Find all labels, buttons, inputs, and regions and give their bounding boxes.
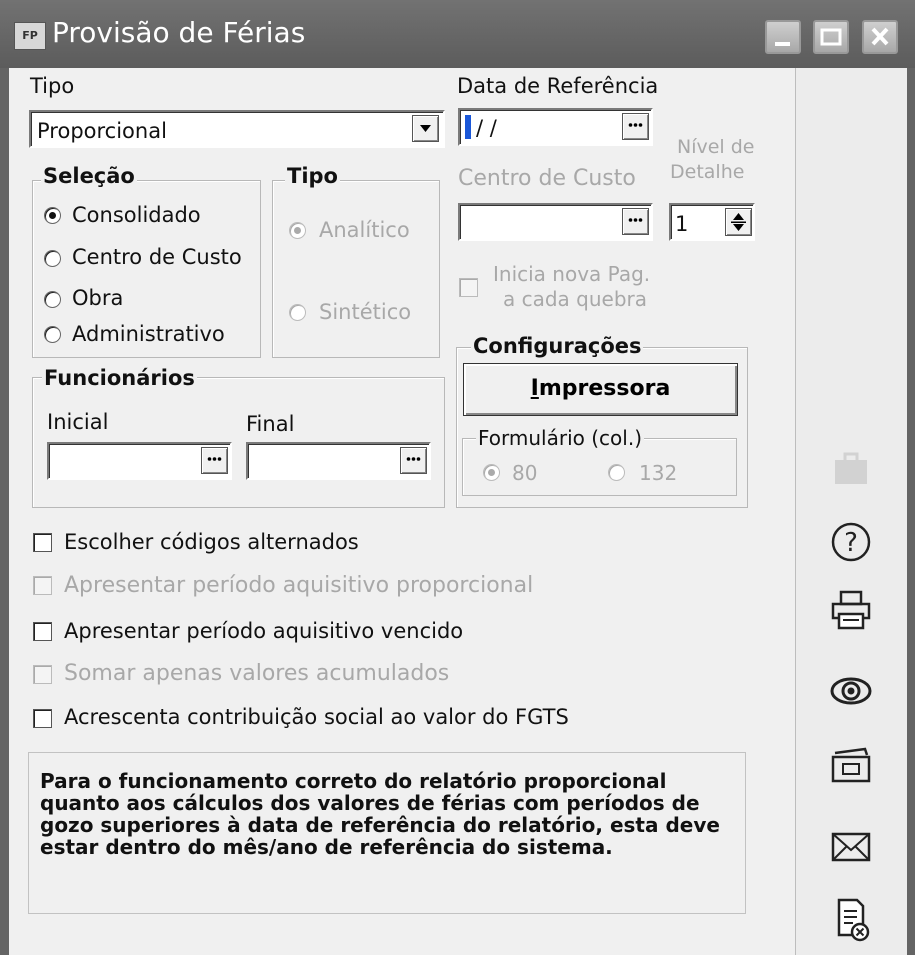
window-title: Provisão de Férias — [52, 16, 306, 49]
radio-form-80-label[interactable]: 80 — [512, 461, 537, 485]
help-button[interactable]: ? — [827, 520, 875, 562]
data-referencia-value: / / — [476, 116, 497, 140]
export-folder-icon — [831, 747, 871, 783]
ellipsis-icon — [628, 123, 643, 127]
radio-administrativo-label[interactable]: Administrativo — [72, 322, 225, 346]
chevron-down-icon — [420, 125, 431, 132]
data-referencia-field[interactable]: / / — [458, 108, 653, 146]
tipo-select-value: Proporcional — [37, 119, 167, 143]
inicia-nova-pag-label-line2: a cada quebra — [503, 287, 648, 311]
email-button[interactable] — [827, 826, 875, 868]
contribuicao-social-checkbox[interactable] — [33, 709, 52, 728]
radio-sintetico-label[interactable]: Sintético — [319, 300, 411, 324]
tipo-group — [272, 180, 440, 358]
tipo-dropdown-button[interactable] — [412, 115, 439, 142]
nivel-detalhe-stepper[interactable]: 1 — [669, 203, 755, 241]
radio-obra[interactable] — [44, 291, 61, 308]
nivel-detalhe-spin-button[interactable] — [725, 208, 752, 236]
ellipsis-icon — [406, 457, 421, 461]
app-icon: FP — [14, 22, 46, 50]
preview-button[interactable] — [827, 670, 875, 712]
radio-analitico-label[interactable]: Analítico — [319, 218, 410, 242]
text-cursor — [465, 115, 471, 139]
radio-consolidado[interactable] — [44, 207, 61, 224]
window-frame-right — [906, 68, 915, 955]
final-label: Final — [246, 412, 295, 436]
centro-custo-lookup-button[interactable] — [622, 208, 649, 235]
briefcase-button — [827, 448, 875, 490]
funcionario-final-field[interactable] — [246, 442, 431, 480]
maximize-button[interactable] — [813, 20, 849, 54]
nivel-detalhe-value: 1 — [675, 212, 689, 236]
radio-sintetico[interactable] — [289, 304, 306, 321]
contribuicao-social-label[interactable]: Acrescenta contribuição social ao valor … — [64, 705, 569, 729]
minimize-button[interactable] — [765, 20, 801, 54]
impressora-button-mnemonic: I — [530, 376, 539, 401]
formulario-legend: Formulário (col.) — [476, 426, 644, 450]
window-frame-left — [0, 68, 9, 955]
inicia-nova-pag-label-line1: Inicia nova Pag. — [493, 262, 651, 286]
nivel-detalhe-label-line2: Detalhe — [670, 161, 745, 183]
escolher-codigos-checkbox[interactable] — [33, 533, 52, 552]
radio-centro-custo-label[interactable]: Centro de Custo — [72, 245, 242, 269]
funcionario-final-lookup-button[interactable] — [400, 447, 427, 474]
briefcase-icon — [835, 452, 867, 484]
radio-analitico[interactable] — [289, 222, 306, 239]
impressora-button[interactable]: Impressora — [463, 363, 738, 416]
svg-text:?: ? — [844, 528, 858, 558]
radio-form-132[interactable] — [608, 464, 625, 481]
periodo-proporcional-label[interactable]: Apresentar período aquisitivo proporcion… — [64, 573, 533, 598]
funcionario-inicial-lookup-button[interactable] — [201, 447, 228, 474]
radio-consolidado-label[interactable]: Consolidado — [72, 203, 201, 227]
funcionarios-legend: Funcionários — [42, 366, 197, 390]
tipo-group-legend: Tipo — [285, 164, 340, 188]
centro-custo-label: Centro de Custo — [458, 166, 636, 191]
email-icon — [831, 832, 871, 862]
close-report-button[interactable] — [827, 897, 875, 942]
escolher-codigos-label[interactable]: Escolher códigos alternados — [64, 530, 359, 554]
impressora-button-label: mpressora — [538, 376, 671, 401]
nivel-detalhe-label-line1: Nível de — [677, 136, 755, 158]
radio-obra-label[interactable]: Obra — [72, 286, 123, 310]
preview-eye-icon — [830, 677, 872, 705]
inicial-label: Inicial — [47, 410, 109, 434]
radio-form-132-label[interactable]: 132 — [639, 461, 677, 485]
print-button[interactable] — [827, 588, 875, 630]
periodo-vencido-label[interactable]: Apresentar período aquisitivo vencido — [64, 619, 463, 643]
ellipsis-icon — [207, 457, 222, 461]
maximize-icon — [820, 28, 842, 46]
data-referencia-lookup-button[interactable] — [622, 113, 649, 140]
configuracoes-legend: Configurações — [471, 334, 644, 358]
close-button[interactable] — [862, 20, 898, 54]
centro-custo-field[interactable] — [458, 203, 653, 241]
inicia-nova-pag-checkbox[interactable] — [459, 278, 478, 297]
funcionario-inicial-field[interactable] — [47, 442, 232, 480]
close-icon — [871, 27, 889, 46]
ellipsis-icon — [628, 218, 643, 222]
somar-acumulados-checkbox[interactable] — [33, 665, 52, 684]
selecao-legend: Seleção — [41, 164, 137, 188]
periodo-vencido-checkbox[interactable] — [33, 622, 52, 641]
radio-administrativo[interactable] — [44, 326, 61, 343]
spin-arrows-icon — [731, 213, 746, 231]
periodo-proporcional-checkbox[interactable] — [33, 576, 52, 595]
printer-icon — [831, 590, 871, 630]
tipo-label: Tipo — [30, 74, 75, 98]
somar-acumulados-label[interactable]: Somar apenas valores acumulados — [64, 661, 449, 686]
radio-centro-custo[interactable] — [44, 250, 61, 267]
action-sidebar — [795, 68, 907, 955]
info-note-text: Para o funcionamento correto do relatóri… — [40, 769, 720, 859]
minimize-icon — [775, 42, 790, 46]
tipo-select[interactable]: Proporcional — [29, 110, 445, 148]
cancel-report-icon — [837, 898, 870, 942]
export-button[interactable] — [827, 745, 875, 787]
radio-form-80[interactable] — [483, 464, 500, 481]
help-icon: ? — [831, 522, 871, 562]
data-referencia-label: Data de Referência — [457, 74, 659, 98]
